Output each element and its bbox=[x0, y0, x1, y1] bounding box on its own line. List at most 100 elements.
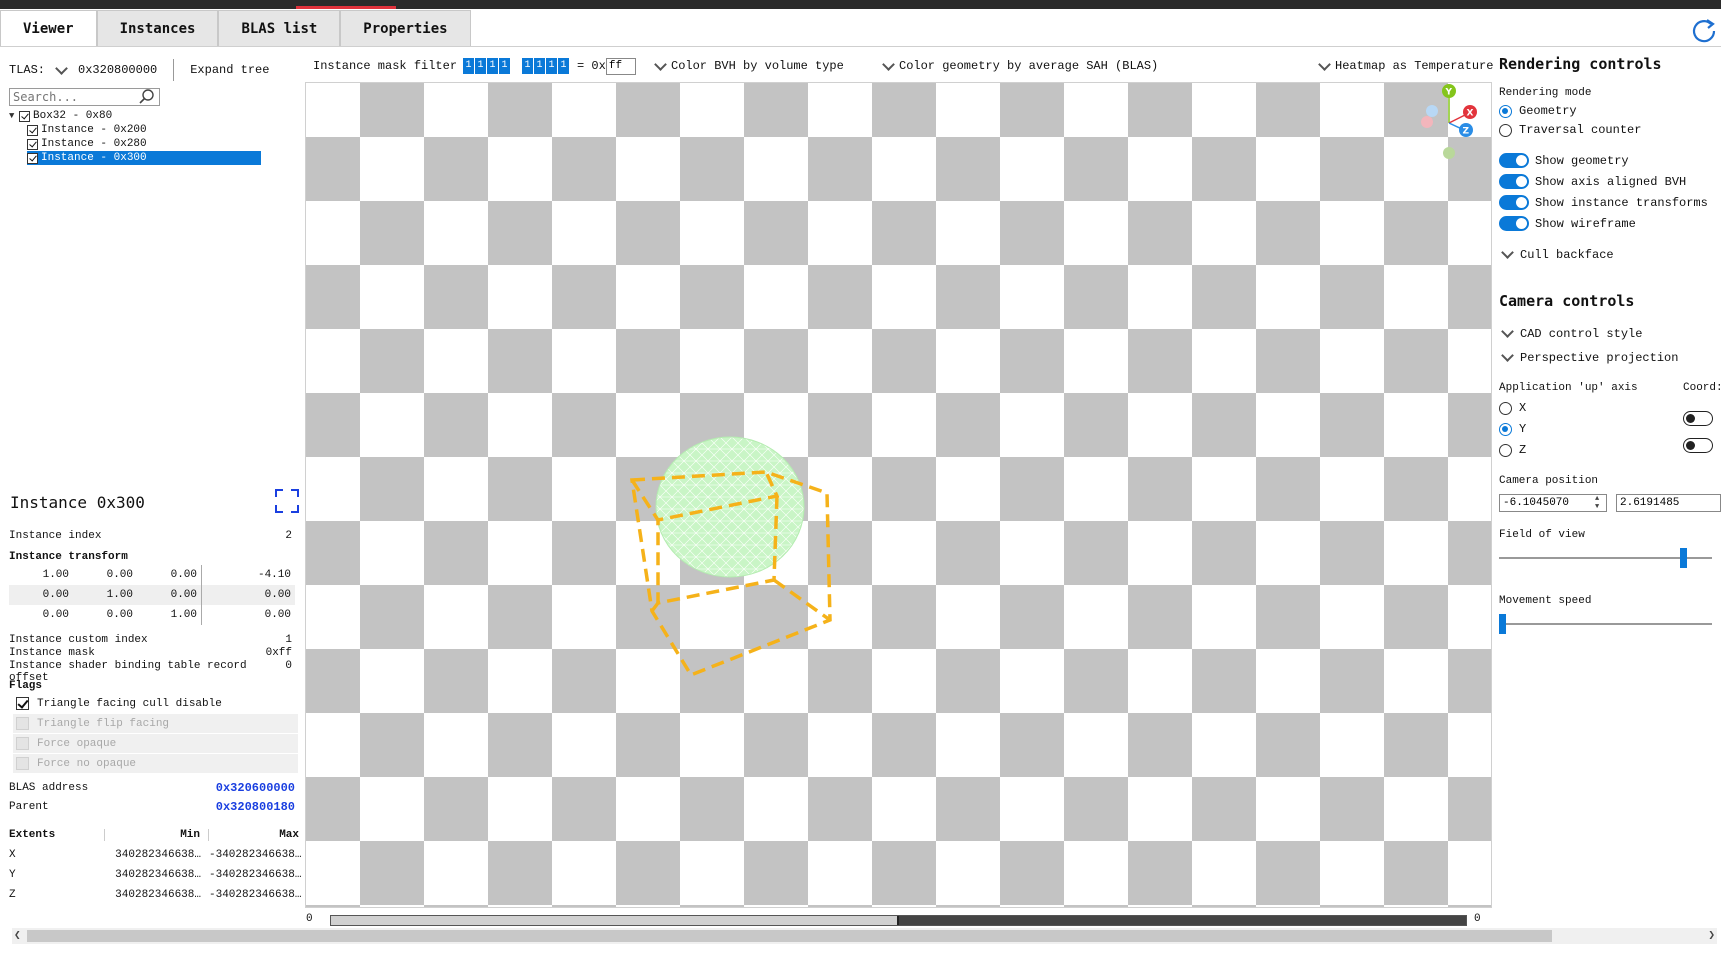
slider-min-label: 0 bbox=[306, 913, 313, 925]
slider-handle[interactable] bbox=[1680, 548, 1688, 568]
checkbox[interactable] bbox=[16, 717, 29, 730]
flag-triangle-flip-facing[interactable]: Triangle flip facing bbox=[13, 714, 298, 733]
chevron-down-icon[interactable] bbox=[1318, 57, 1331, 71]
expand-arrow-icon[interactable]: ▼ bbox=[9, 111, 19, 121]
chevron-down-icon[interactable] bbox=[1501, 246, 1514, 259]
mask-bit[interactable]: 1 bbox=[499, 58, 511, 74]
mask-filter-label: Instance mask filter bbox=[313, 59, 458, 73]
tlas-address[interactable]: 0x320800000 bbox=[78, 63, 157, 77]
chevron-down-icon[interactable] bbox=[882, 57, 895, 71]
mask-bit[interactable]: 1 bbox=[546, 58, 558, 74]
toggle-switch[interactable] bbox=[1499, 153, 1529, 168]
tree-item-selected[interactable]: Instance - 0x300 bbox=[27, 151, 261, 165]
radio-dot[interactable] bbox=[1499, 104, 1512, 118]
radio-label: X bbox=[1519, 401, 1527, 415]
up-axis-y-radio[interactable]: Y bbox=[1499, 420, 1526, 438]
toggle-switch[interactable] bbox=[1683, 438, 1713, 453]
horizontal-scrollbar[interactable]: ❮ ❯ bbox=[12, 928, 1717, 944]
matrix-cell: 0.00 bbox=[201, 605, 295, 625]
tree-item[interactable]: Instance - 0x200 bbox=[27, 123, 269, 137]
matrix-cell: 0.00 bbox=[42, 589, 69, 601]
mask-bit[interactable]: 1 bbox=[463, 58, 475, 74]
up-axis-x-radio[interactable]: X bbox=[1499, 399, 1526, 417]
checkbox[interactable] bbox=[16, 697, 29, 710]
camera-position-x-input[interactable] bbox=[1499, 494, 1607, 512]
cad-control-section[interactable]: CAD control style bbox=[1499, 324, 1642, 344]
heatmap-dropdown[interactable]: Heatmap as Temperature bbox=[1314, 54, 1493, 78]
mask-hex-input[interactable] bbox=[605, 57, 636, 75]
movement-speed-label: Movement speed bbox=[1499, 595, 1592, 607]
up-axis-z-radio[interactable]: Z bbox=[1499, 441, 1526, 459]
slider-handle[interactable] bbox=[1499, 614, 1506, 634]
color-geometry-dropdown[interactable]: Color geometry by average SAH (BLAS) bbox=[878, 54, 1158, 78]
focus-icon[interactable] bbox=[274, 488, 300, 514]
parent-link[interactable]: 0x320800180 bbox=[216, 800, 295, 814]
flag-triangle-facing-cull-disable[interactable]: Triangle facing cull disable bbox=[13, 694, 298, 713]
left-panel: TLAS: 0x320800000 Expand tree ▼ Box32 - … bbox=[0, 52, 302, 922]
active-indicator bbox=[296, 6, 396, 9]
show-instance-transforms-toggle[interactable]: Show instance transforms bbox=[1499, 193, 1708, 212]
mode-traversal-counter-radio[interactable]: Traversal counter bbox=[1499, 121, 1641, 139]
tree-item[interactable]: Instance - 0x280 bbox=[27, 137, 269, 151]
heatmap-label[interactable]: Heatmap as Temperature bbox=[1335, 59, 1493, 73]
tab-instances[interactable]: Instances bbox=[96, 10, 219, 46]
color-bvh-label[interactable]: Color BVH by volume type bbox=[671, 59, 844, 73]
show-aabb-toggle[interactable]: Show axis aligned BVH bbox=[1499, 172, 1686, 191]
radio-dot[interactable] bbox=[1499, 401, 1512, 415]
coord-toggle-1[interactable] bbox=[1683, 409, 1719, 428]
show-geometry-toggle[interactable]: Show geometry bbox=[1499, 151, 1629, 170]
tree-item[interactable]: ▼ Box32 - 0x80 bbox=[9, 109, 269, 123]
toggle-switch[interactable] bbox=[1499, 195, 1529, 210]
toggle-switch[interactable] bbox=[1683, 411, 1713, 426]
chevron-down-icon[interactable] bbox=[1501, 349, 1514, 362]
color-geometry-label[interactable]: Color geometry by average SAH (BLAS) bbox=[899, 59, 1158, 73]
search-icon[interactable] bbox=[138, 89, 156, 105]
extent-min: 340282346638… bbox=[115, 889, 201, 901]
tree-checkbox[interactable] bbox=[27, 124, 38, 136]
3d-viewport[interactable]: Y X Z bbox=[305, 82, 1492, 908]
perspective-projection-section[interactable]: Perspective projection bbox=[1499, 348, 1678, 368]
toggle-switch[interactable] bbox=[1499, 216, 1529, 231]
checkbox[interactable] bbox=[16, 757, 29, 770]
mask-bit[interactable]: 1 bbox=[558, 58, 570, 74]
mask-bit[interactable]: 1 bbox=[475, 58, 487, 74]
chevron-down-icon[interactable] bbox=[55, 61, 68, 75]
timeline-slider[interactable] bbox=[330, 915, 1467, 926]
transform-heading: Instance transform bbox=[9, 551, 128, 563]
mask-bit[interactable]: 1 bbox=[522, 58, 534, 74]
tree-checkbox[interactable] bbox=[27, 138, 38, 150]
scroll-right-icon[interactable]: ❯ bbox=[1708, 928, 1715, 942]
chevron-down-icon[interactable] bbox=[654, 57, 667, 71]
radio-dot[interactable] bbox=[1499, 123, 1512, 137]
radio-dot[interactable] bbox=[1499, 422, 1512, 436]
toggle-switch[interactable] bbox=[1499, 174, 1529, 189]
stepper-icon[interactable]: ▲ ▼ bbox=[1595, 495, 1599, 511]
camera-position-y-input[interactable] bbox=[1616, 494, 1721, 512]
cull-backface-section[interactable]: Cull backface bbox=[1499, 245, 1614, 265]
mask-bit[interactable]: 1 bbox=[487, 58, 499, 74]
coord-toggle-2[interactable] bbox=[1683, 436, 1719, 455]
tree-checkbox[interactable] bbox=[27, 152, 38, 164]
scroll-left-icon[interactable]: ❮ bbox=[14, 928, 21, 942]
refresh-icon[interactable] bbox=[1689, 16, 1719, 46]
radio-dot[interactable] bbox=[1499, 443, 1512, 457]
timeline-slider-fill[interactable] bbox=[331, 916, 899, 925]
chevron-down-icon[interactable] bbox=[1501, 325, 1514, 338]
color-bvh-dropdown[interactable]: Color BVH by volume type bbox=[650, 54, 844, 78]
mode-geometry-radio[interactable]: Geometry bbox=[1499, 102, 1577, 120]
mask-bit[interactable]: 1 bbox=[534, 58, 546, 74]
checkbox[interactable] bbox=[16, 737, 29, 750]
tab-properties[interactable]: Properties bbox=[340, 10, 471, 46]
tab-blas-list[interactable]: BLAS list bbox=[218, 10, 341, 46]
flag-force-no-opaque[interactable]: Force no opaque bbox=[13, 754, 298, 773]
tab-viewer[interactable]: Viewer bbox=[0, 10, 97, 46]
blas-address-link[interactable]: 0x320600000 bbox=[216, 781, 295, 795]
movement-speed-slider[interactable] bbox=[1499, 614, 1712, 634]
flag-force-opaque[interactable]: Force opaque bbox=[13, 734, 298, 753]
fov-slider[interactable] bbox=[1499, 548, 1712, 568]
tree-checkbox[interactable] bbox=[19, 110, 30, 122]
scrollbar-thumb[interactable] bbox=[27, 930, 1552, 942]
show-wireframe-toggle[interactable]: Show wireframe bbox=[1499, 214, 1636, 233]
expand-tree-button[interactable]: Expand tree bbox=[190, 63, 269, 77]
matrix-cell: 0.00 bbox=[170, 589, 197, 601]
